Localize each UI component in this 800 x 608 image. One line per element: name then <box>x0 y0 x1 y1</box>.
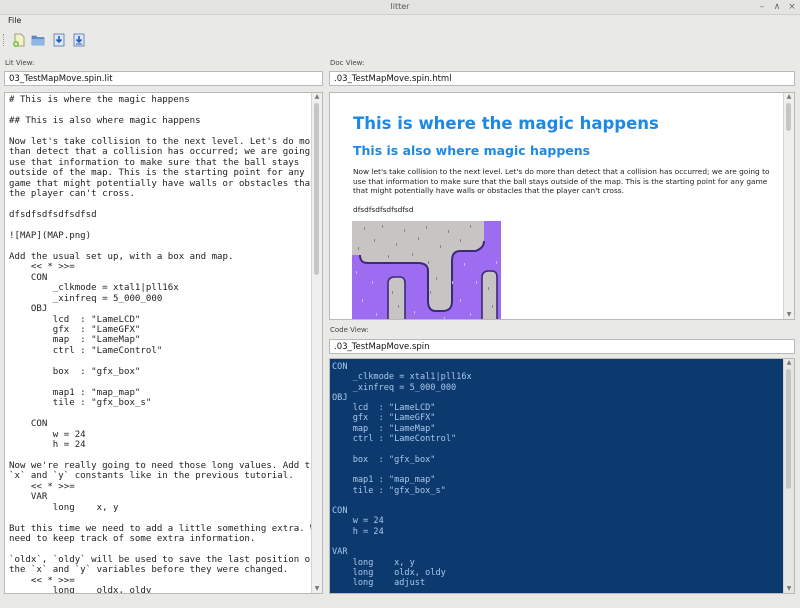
scroll-down-icon[interactable]: ▼ <box>312 585 322 593</box>
doc-heading-1: This is where the magic happens <box>353 114 659 133</box>
open-folder-icon[interactable] <box>31 33 45 47</box>
status-bar <box>0 596 800 608</box>
scroll-up-icon[interactable]: ▲ <box>312 93 322 101</box>
scroll-down-icon[interactable]: ▼ <box>784 585 794 593</box>
doc-paragraph: Now let's take collision to the next lev… <box>353 167 770 196</box>
doc-view-label: Doc View: <box>330 59 365 67</box>
lit-scroll-thumb[interactable] <box>314 103 319 275</box>
lit-scrollbar[interactable]: ▲ ▼ <box>311 93 322 593</box>
save-icon[interactable] <box>52 33 66 47</box>
lit-editor[interactable]: # This is where the magic happens ## Thi… <box>4 92 323 594</box>
lit-editor-text[interactable]: # This is where the magic happens ## Thi… <box>9 95 322 593</box>
doc-path-field[interactable]: .03_TestMapMove.spin.html <box>329 71 795 86</box>
code-view-label: Code View: <box>330 326 369 334</box>
maximize-icon[interactable]: ∧ <box>772 2 782 12</box>
toolbar-grip[interactable] <box>3 34 6 46</box>
menu-file[interactable]: File <box>8 16 21 25</box>
doc-preview: This is where the magic happens This is … <box>329 92 795 320</box>
code-scroll-thumb[interactable] <box>786 369 791 489</box>
lit-view-label: Lit View: <box>5 59 35 67</box>
scroll-up-icon[interactable]: ▲ <box>784 93 794 101</box>
scroll-up-icon[interactable]: ▲ <box>784 359 794 367</box>
doc-scrollbar[interactable]: ▲ ▼ <box>783 93 794 319</box>
window-title: litter <box>390 2 410 11</box>
vertical-splitter[interactable] <box>324 55 328 595</box>
doc-scroll-thumb[interactable] <box>786 103 791 131</box>
doc-text-line: dfsdfsdfsdfsdfsd <box>353 205 414 214</box>
minimize-icon[interactable]: – <box>757 2 767 12</box>
lit-path-field[interactable]: 03_TestMapMove.spin.lit <box>4 71 323 86</box>
toolbar <box>0 30 800 52</box>
horizontal-splitter[interactable] <box>329 321 795 325</box>
menu-bar <box>0 15 800 28</box>
new-file-icon[interactable] <box>12 33 26 47</box>
save-as-icon[interactable] <box>72 33 86 47</box>
doc-heading-2: This is also where magic happens <box>353 143 591 158</box>
code-view-text[interactable]: CON _clkmode = xtal1|pll16x _xinfreq = 5… <box>332 362 472 589</box>
code-scrollbar[interactable]: ▲ ▼ <box>783 359 794 593</box>
scroll-down-icon[interactable]: ▼ <box>784 311 794 319</box>
map-image <box>352 221 501 319</box>
code-view[interactable]: CON _clkmode = xtal1|pll16x _xinfreq = 5… <box>329 358 795 594</box>
close-icon[interactable]: × <box>787 2 797 12</box>
code-path-field[interactable]: .03_TestMapMove.spin <box>329 339 795 354</box>
